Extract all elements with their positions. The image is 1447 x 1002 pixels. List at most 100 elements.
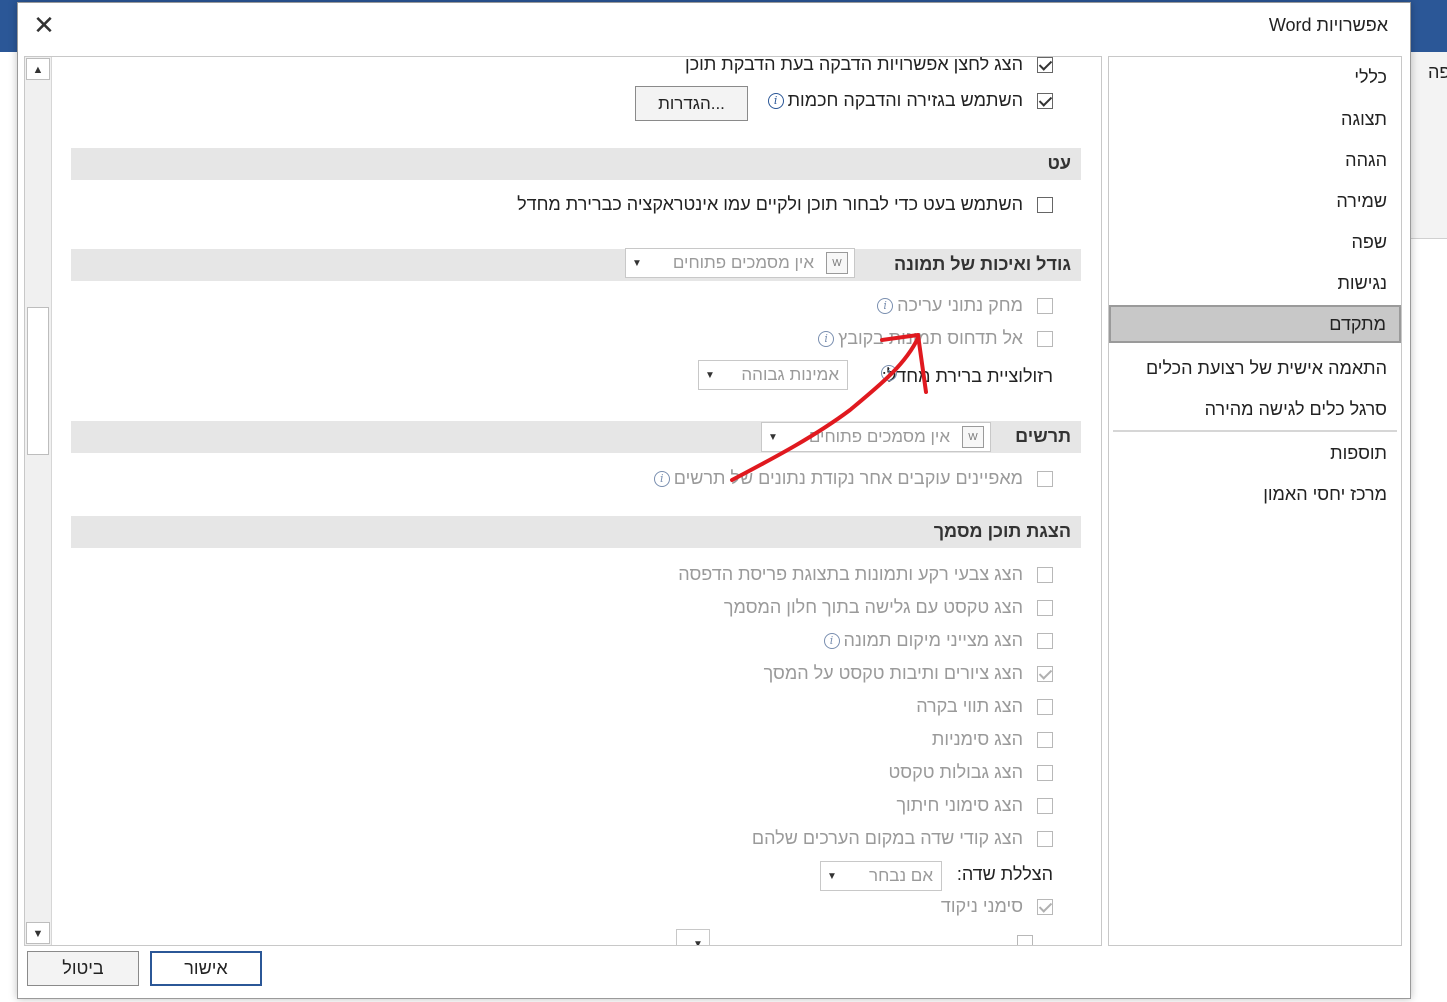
chart-properties-follow-checkbox[interactable]: [1037, 470, 1053, 487]
chart-section-title: תרשים: [1015, 426, 1071, 446]
field-shading-label: הצללת שדה:: [956, 864, 1053, 884]
info-icon[interactable]: i: [653, 470, 670, 487]
nav-item-customize-ribbon[interactable]: התאמה אישית של רצועת הכלים: [1146, 358, 1387, 379]
vowel-marks-checkbox[interactable]: [1037, 898, 1053, 915]
display-option-row[interactable]: הצג תווי בקרה: [916, 696, 1053, 717]
nav-item-trust-center[interactable]: מרכז יחסי האמון: [1263, 484, 1387, 505]
display-option-checkbox[interactable]: [1037, 797, 1053, 814]
display-option-row[interactable]: הצג סימניות: [932, 729, 1053, 750]
smart-cut-paste-label: השתמש בגזירה והדבקה חכמות: [787, 90, 1023, 110]
vowel-marks-row[interactable]: סימני ניקוד: [941, 896, 1053, 917]
scroll-thumb[interactable]: [27, 307, 49, 455]
chevron-down-icon: ▼: [693, 938, 703, 946]
no-compress-images-checkbox[interactable]: [1037, 330, 1053, 347]
image-size-document-value: אין מסמכים פתוחים: [672, 253, 814, 272]
display-option-label: הצג מצייני מיקום תמונה: [843, 630, 1023, 650]
default-resolution-dropdown[interactable]: אמינות גבוהה ▼: [698, 360, 848, 390]
chart-document-value: אין מסמכים פתוחים: [808, 427, 950, 446]
display-option-checkbox[interactable]: [1037, 731, 1053, 748]
paste-options-row[interactable]: הצג לחצן אפשרויות הדבקה בעת הדבקת תוכן: [685, 56, 1053, 75]
vowel-marks-label: סימני ניקוד: [940, 896, 1023, 916]
partial-dropdown[interactable]: ▼: [676, 929, 710, 946]
display-option-checkbox[interactable]: [1037, 566, 1053, 583]
dialog-title: אפשרויות Word: [1268, 15, 1388, 35]
display-option-label: הצג צבעי רקע ותמונות בתצוגת פריסת הדפסה: [678, 564, 1023, 584]
nav-item-advanced[interactable]: מתקדם: [1109, 305, 1401, 343]
options-dialog: אפשרויות Word ✕ כללי תצוגה הגהה שמירה שפ…: [17, 2, 1411, 999]
smart-cut-settings-button[interactable]: הגדרות...: [635, 86, 748, 121]
display-option-label: הצג גבולות טקסט: [888, 762, 1023, 782]
info-icon[interactable]: i: [881, 365, 897, 381]
paste-options-checkbox[interactable]: [1037, 57, 1053, 73]
display-option-checkbox[interactable]: [1037, 665, 1053, 682]
discard-edit-data-row[interactable]: מחק נתוני עריכה i: [877, 295, 1053, 316]
nav-item-add-ins[interactable]: תוספות: [1330, 443, 1387, 464]
vertical-scrollbar[interactable]: ▲ ▼: [25, 57, 52, 945]
display-option-row[interactable]: הצג טקסט עם גלישה בתוך חלון המסמך: [724, 597, 1053, 618]
field-shading-value: אם נבחר: [869, 866, 933, 885]
display-option-row[interactable]: הצג סימוני חיתוך: [896, 795, 1053, 816]
chevron-down-icon: ▼: [768, 431, 778, 443]
field-shading-dropdown[interactable]: אם נבחר ▼: [820, 861, 942, 891]
resolution-info-wrap: i: [881, 365, 901, 381]
chevron-down-icon: ▼: [827, 870, 837, 882]
info-icon[interactable]: i: [818, 330, 835, 347]
partial-checkbox[interactable]: [1017, 935, 1033, 945]
cancel-button[interactable]: ביטול: [27, 951, 139, 986]
nav-divider: [1113, 430, 1397, 432]
scroll-up-arrow-icon[interactable]: ▲: [26, 58, 50, 80]
display-section-header: הצגת תוכן מסמך: [71, 516, 1081, 548]
chart-properties-follow-row[interactable]: מאפיינים עוקבים אחר נקודת נתונים של תרשי…: [653, 468, 1053, 489]
no-compress-images-label: אל תדחוס תמונות בקובץ: [838, 328, 1023, 348]
nav-item-accessibility[interactable]: נגישות: [1337, 273, 1387, 294]
nav-item-proofing[interactable]: הגהה: [1345, 150, 1387, 171]
display-option-checkbox[interactable]: [1037, 830, 1053, 847]
display-option-checkbox[interactable]: [1037, 632, 1053, 649]
discard-edit-data-label: מחק נתוני עריכה: [897, 295, 1023, 315]
display-option-checkbox[interactable]: [1037, 764, 1053, 781]
display-option-checkbox[interactable]: [1037, 698, 1053, 715]
nav-item-general[interactable]: כללי: [1354, 67, 1387, 88]
image-size-document-dropdown[interactable]: W אין מסמכים פתוחים ▼: [625, 248, 855, 278]
default-resolution-value: אמינות גבוהה: [741, 365, 839, 384]
use-pen-label: השתמש בעט כדי לבחור תוכן ולקיים עמו אינט…: [517, 194, 1023, 214]
display-option-row[interactable]: הצג מצייני מיקום תמונה i: [823, 630, 1053, 651]
smart-cut-paste-checkbox[interactable]: [1037, 92, 1053, 109]
info-icon[interactable]: i: [767, 92, 784, 109]
use-pen-checkbox[interactable]: [1037, 196, 1053, 213]
info-icon[interactable]: i: [877, 297, 894, 314]
no-compress-images-row[interactable]: אל תדחוס תמונות בקובץ i: [818, 328, 1053, 349]
nav-item-display[interactable]: תצוגה: [1341, 109, 1387, 130]
display-option-row[interactable]: הצג צבעי רקע ותמונות בתצוגת פריסת הדפסה: [678, 564, 1053, 585]
display-option-label: הצג ציורים ותיבות טקסט על המסך: [763, 663, 1023, 683]
display-option-checkbox[interactable]: [1037, 599, 1053, 616]
chevron-down-icon: ▼: [632, 257, 642, 269]
ribbon-partial-text: פה: [1428, 62, 1447, 82]
advanced-options-pane: ▲ ▼ הצג לחצן אפשרויות הדבקה בעת הדבקת תו…: [24, 56, 1102, 946]
display-option-label: הצג קודי שדה במקום הערכים שלהם: [751, 828, 1023, 848]
display-option-row[interactable]: הצג קודי שדה במקום הערכים שלהם: [752, 828, 1053, 849]
info-icon[interactable]: i: [823, 632, 840, 649]
pen-section-header: עט: [71, 148, 1081, 180]
smart-cut-paste-row[interactable]: השתמש בגזירה והדבקה חכמות i: [767, 90, 1053, 111]
nav-item-quick-access-toolbar[interactable]: סרגל כלים לגישה מהירה: [1205, 399, 1387, 420]
close-icon[interactable]: ✕: [28, 9, 60, 41]
nav-item-language[interactable]: שפה: [1351, 232, 1387, 253]
display-option-label: הצג סימוני חיתוך: [896, 795, 1023, 815]
nav-item-save[interactable]: שמירה: [1336, 191, 1387, 212]
display-option-label: הצג תווי בקרה: [916, 696, 1023, 716]
default-resolution-label: רזולוציית ברירת מחדל:: [881, 366, 1053, 386]
ok-button[interactable]: אישור: [150, 951, 262, 986]
document-icon: W: [826, 252, 848, 274]
display-option-label: הצג סימניות: [931, 729, 1023, 749]
scroll-down-arrow-icon[interactable]: ▼: [26, 922, 50, 944]
display-option-label: הצג טקסט עם גלישה בתוך חלון המסמך: [723, 597, 1023, 617]
use-pen-row[interactable]: השתמש בעט כדי לבחור תוכן ולקיים עמו אינט…: [517, 194, 1053, 215]
discard-edit-data-checkbox[interactable]: [1037, 297, 1053, 314]
options-nav: כללי תצוגה הגהה שמירה שפה נגישות מתקדם ה…: [1108, 56, 1402, 946]
paste-options-label: הצג לחצן אפשרויות הדבקה בעת הדבקת תוכן: [685, 56, 1023, 74]
chart-properties-follow-label: מאפיינים עוקבים אחר נקודת נתונים של תרשי…: [673, 468, 1023, 488]
chart-document-dropdown[interactable]: W אין מסמכים פתוחים ▼: [761, 422, 991, 452]
display-option-row[interactable]: הצג גבולות טקסט: [889, 762, 1053, 783]
display-option-row[interactable]: הצג ציורים ותיבות טקסט על המסך: [764, 663, 1053, 684]
